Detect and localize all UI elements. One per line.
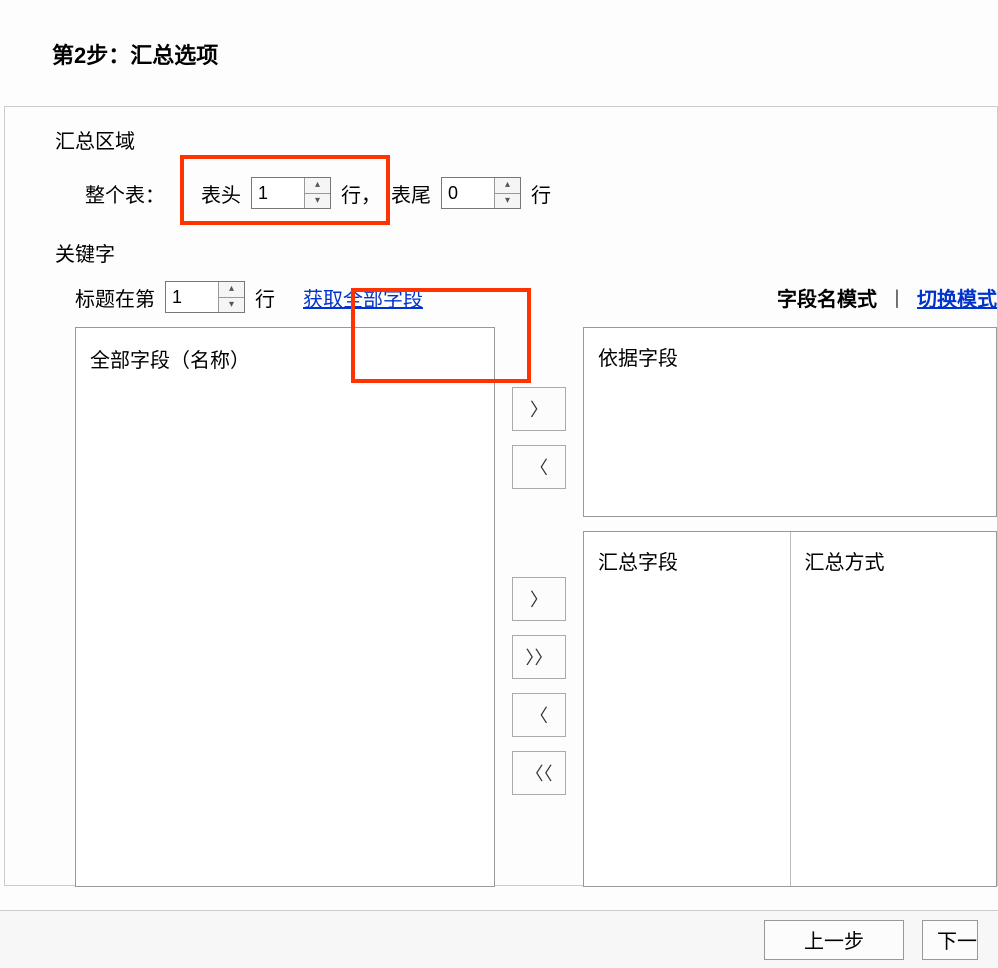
title-row-input[interactable] <box>166 282 218 312</box>
title-at-label: 标题在第 <box>75 283 155 312</box>
footer-spinner[interactable]: ▴ ▾ <box>441 177 521 209</box>
region-fieldset: 汇总区域 整个表： 表头 ▴ ▾ 行， 表尾 ▴ ▾ 行 <box>55 125 997 218</box>
arrow-column: 〉 〈 〉 〉〉 〈 〈〈 <box>509 327 569 887</box>
prev-button[interactable]: 上一步 <box>764 920 904 960</box>
footer-bar: 上一步 下一 <box>0 910 998 968</box>
summary-method-label: 汇总方式 <box>805 552 885 574</box>
all-fields-listbox[interactable]: 全部字段（名称） <box>75 327 495 887</box>
header-spinner-down[interactable]: ▾ <box>305 194 330 209</box>
next-button[interactable]: 下一 <box>922 920 978 960</box>
move-right-summary-button[interactable]: 〉 <box>512 577 566 621</box>
mode-separator: 丨 <box>887 283 907 312</box>
title-row-spinner-down[interactable]: ▾ <box>219 298 244 313</box>
footer-spinner-down[interactable]: ▾ <box>495 194 520 209</box>
basis-fields-listbox[interactable]: 依据字段 <box>583 327 997 517</box>
region-legend: 汇总区域 <box>55 125 997 154</box>
title-row-spinner-up[interactable]: ▴ <box>219 282 244 298</box>
title-row: 标题在第 ▴ ▾ 行 获取全部字段 字段名模式 丨 切换模式 <box>55 281 997 313</box>
keyword-legend: 关键字 <box>55 238 997 267</box>
page-title: 第2步：汇总选项 <box>0 0 998 70</box>
keyword-fieldset: 关键字 标题在第 ▴ ▾ 行 获取全部字段 字段名模式 丨 切换模式 全部字段（… <box>55 238 997 887</box>
move-all-right-button[interactable]: 〉〉 <box>512 635 566 679</box>
title-row-unit: 行 <box>255 283 275 312</box>
move-right-basis-button[interactable]: 〉 <box>512 387 566 431</box>
columns-layout: 全部字段（名称） 〉 〈 〉 〉〉 〈 〈〈 依据字段 <box>55 327 997 887</box>
region-row: 整个表： 表头 ▴ ▾ 行， 表尾 ▴ ▾ 行 <box>55 168 997 218</box>
header-spinner[interactable]: ▴ ▾ <box>251 177 331 209</box>
basis-fields-label: 依据字段 <box>598 348 678 370</box>
summary-fields-label: 汇总字段 <box>598 552 678 574</box>
summary-fields-box[interactable]: 汇总字段 汇总方式 <box>583 531 997 887</box>
field-name-mode-label: 字段名模式 <box>777 283 877 312</box>
footer-spinner-up[interactable]: ▴ <box>495 178 520 194</box>
whole-table-label: 整个表： <box>85 179 165 208</box>
main-panel: 汇总区域 整个表： 表头 ▴ ▾ 行， 表尾 ▴ ▾ 行 <box>4 106 998 886</box>
footer-input[interactable] <box>442 178 494 208</box>
move-left-basis-button[interactable]: 〈 <box>512 445 566 489</box>
title-row-spinner[interactable]: ▴ ▾ <box>165 281 245 313</box>
move-all-left-button[interactable]: 〈〈 <box>512 751 566 795</box>
row-unit-1: 行， <box>341 179 381 208</box>
row-unit-2: 行 <box>531 179 551 208</box>
footer-label: 表尾 <box>391 179 431 208</box>
get-all-fields-link[interactable]: 获取全部字段 <box>303 283 423 312</box>
header-spinner-up[interactable]: ▴ <box>305 178 330 194</box>
header-input[interactable] <box>252 178 304 208</box>
switch-mode-link[interactable]: 切换模式 <box>917 283 997 312</box>
move-left-summary-button[interactable]: 〈 <box>512 693 566 737</box>
header-label: 表头 <box>201 179 241 208</box>
summary-fields-col: 汇总字段 <box>584 532 790 886</box>
all-fields-label: 全部字段（名称） <box>90 350 250 372</box>
summary-method-col: 汇总方式 <box>790 532 997 886</box>
